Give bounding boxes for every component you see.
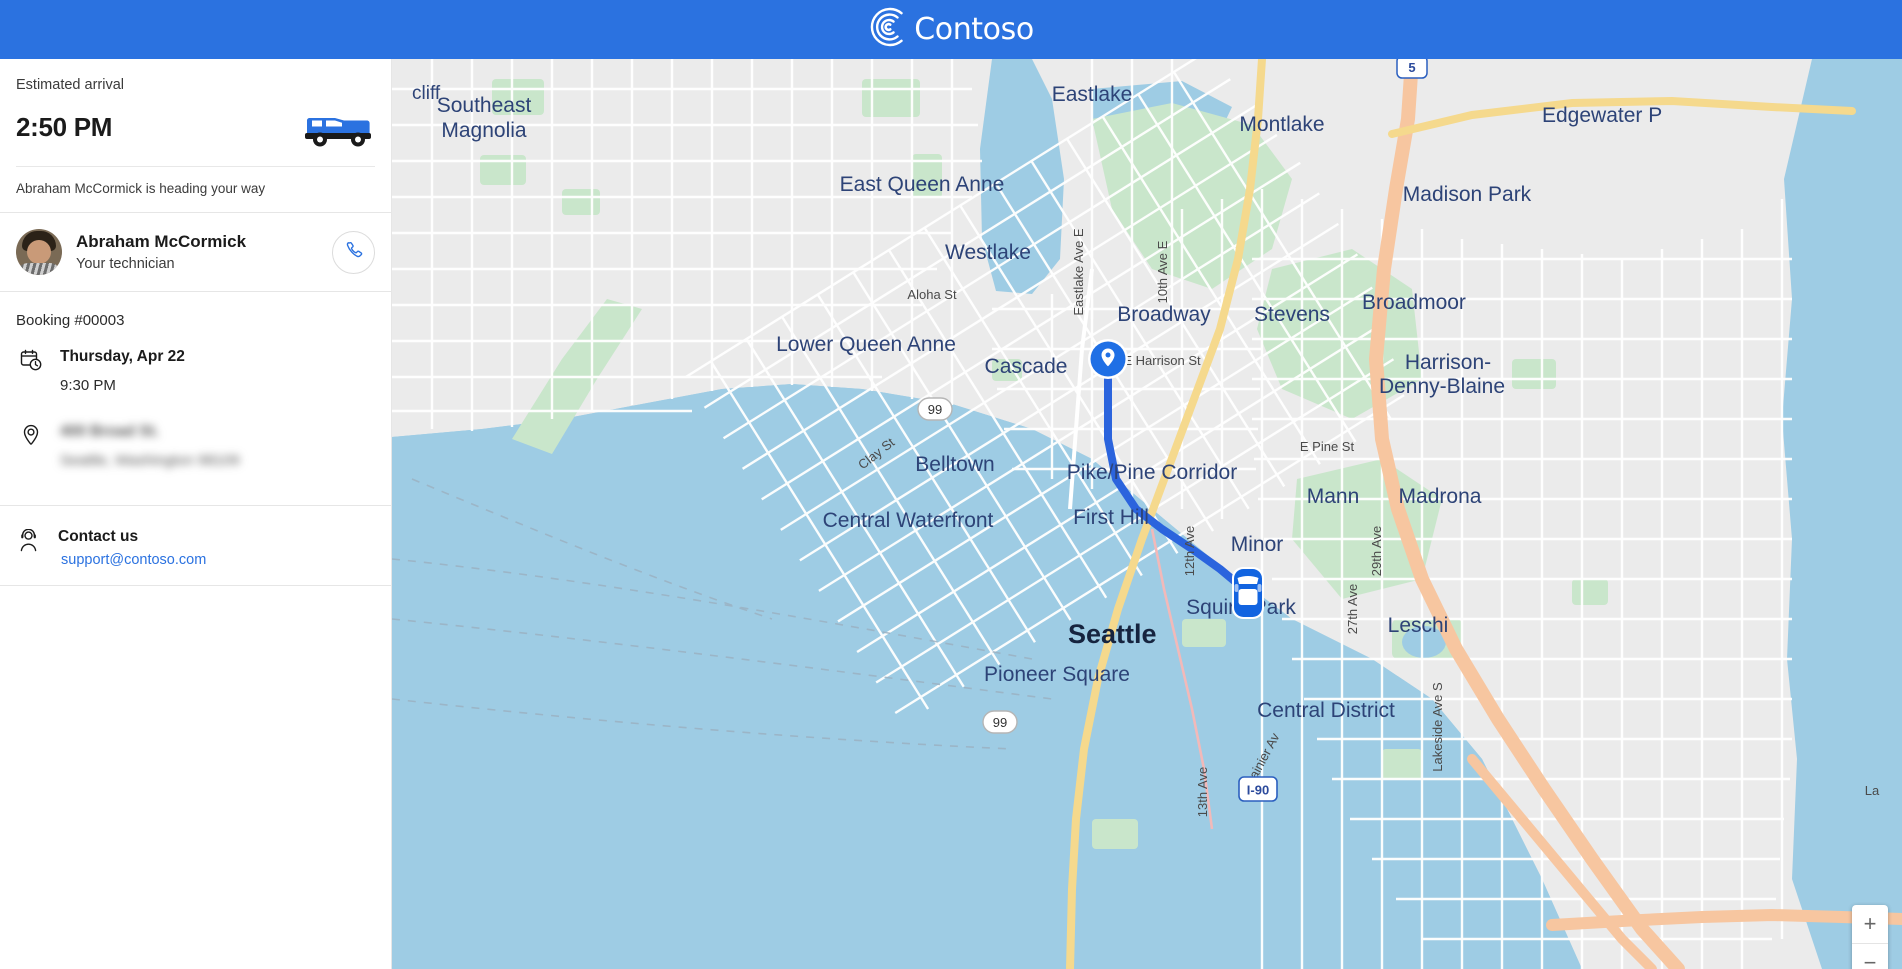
destination-pin-marker <box>1088 339 1128 379</box>
call-technician-button[interactable] <box>332 230 375 274</box>
svg-text:29th Ave: 29th Ave <box>1369 526 1384 576</box>
svg-text:27th Ave: 27th Ave <box>1345 584 1360 634</box>
svg-text:Montlake: Montlake <box>1239 113 1324 136</box>
svg-text:East Queen Anne: East Queen Anne <box>840 173 1005 196</box>
contact-text: Contact us support@contoso.com <box>58 528 375 569</box>
booking-section: Booking #00003 Thursday, Apr 22 9:30 PM … <box>0 292 391 505</box>
eta-panel: Estimated arrival 2:50 PM Abraham McCorm… <box>0 59 391 214</box>
svg-text:Eastlake Ave E: Eastlake Ave E <box>1071 228 1086 316</box>
phone-icon <box>343 239 365 266</box>
technician-card: Abraham McCormick Your technician <box>0 213 391 293</box>
contact-title: Contact us <box>58 528 139 546</box>
car-marker <box>1232 567 1264 619</box>
svg-text:Leschi: Leschi <box>1388 614 1449 637</box>
contact-row: Contact us support@contoso.com <box>16 528 375 569</box>
technician-name: Abraham McCormick <box>76 231 247 251</box>
technician-text: Abraham McCormick Your technician <box>76 231 318 274</box>
booking-id: Booking #00003 <box>16 312 125 330</box>
contact-section: Contact us support@contoso.com <box>0 505 391 585</box>
svg-text:Denny-Blaine: Denny-Blaine <box>1379 375 1505 398</box>
avatar <box>16 229 62 276</box>
booking-schedule-row: Thursday, Apr 22 9:30 PM <box>16 329 375 400</box>
svg-text:Aloha St: Aloha St <box>907 287 957 302</box>
sidebar-empty-space <box>0 585 391 969</box>
svg-text:Minor: Minor <box>1231 533 1284 556</box>
map-zoom-controls[interactable]: + − <box>1852 905 1888 969</box>
booking-time: 9:30 PM <box>60 377 116 395</box>
svg-text:Broadmoor: Broadmoor <box>1362 291 1466 314</box>
svg-text:Lower Queen Anne: Lower Queen Anne <box>776 333 956 356</box>
booking-address-row: 400 Broad St. Seattle, Washington 98109 <box>16 400 375 501</box>
svg-text:Central Waterfront: Central Waterfront <box>823 509 994 532</box>
delivery-van-icon <box>301 104 375 150</box>
booking-address-line2: Seattle, Washington 98109 <box>60 452 240 470</box>
svg-text:Harrison-: Harrison- <box>1405 351 1491 374</box>
page-body: Estimated arrival 2:50 PM Abraham McCorm… <box>0 59 1902 969</box>
svg-text:Cascade: Cascade <box>985 355 1068 378</box>
svg-text:Edgewater P: Edgewater P <box>1542 104 1662 127</box>
tracking-sidebar: Estimated arrival 2:50 PM Abraham McCorm… <box>0 59 392 969</box>
svg-text:13th Ave: 13th Ave <box>1195 767 1210 817</box>
eta-time: 2:50 PM <box>16 111 113 142</box>
brand-logo[interactable]: Contoso <box>868 6 1034 53</box>
svg-text:Central District: Central District <box>1257 699 1395 722</box>
svg-text:E Pine St: E Pine St <box>1300 439 1355 454</box>
svg-text:Stevens: Stevens <box>1254 303 1330 326</box>
booking-date: Thursday, Apr 22 <box>60 348 185 366</box>
svg-text:Eastlake: Eastlake <box>1052 83 1133 106</box>
svg-text:La: La <box>1865 783 1880 798</box>
svg-text:10th Ave E: 10th Ave E <box>1155 240 1170 303</box>
order-tracking-page: Contoso Estimated arrival 2:50 PM Abraha… <box>0 0 1902 969</box>
svg-text:Lakeside Ave S: Lakeside Ave S <box>1430 682 1445 772</box>
svg-text:99: 99 <box>993 715 1007 730</box>
brand-name: Contoso <box>914 11 1034 47</box>
svg-text:Broadway: Broadway <box>1117 303 1211 326</box>
booking-address-line1: 400 Broad St. <box>60 423 160 441</box>
svg-text:Belltown: Belltown <box>915 453 994 476</box>
svg-text:Westlake: Westlake <box>945 241 1031 264</box>
eta-status-text: Abraham McCormick is heading your way <box>16 181 266 197</box>
svg-text:5: 5 <box>1408 60 1415 75</box>
app-header: Contoso <box>0 0 1902 59</box>
map-canvas[interactable]: cliff Southeast Magnolia Eastlake Montla… <box>392 59 1902 969</box>
location-pin-icon <box>18 422 44 447</box>
eta-row: 2:50 PM <box>16 104 375 150</box>
technician-role: Your technician <box>76 255 175 272</box>
zoom-out-button[interactable]: − <box>1852 943 1888 969</box>
svg-text:99: 99 <box>928 402 942 417</box>
contoso-c-logo-icon <box>868 6 910 53</box>
svg-text:Pike/Pine Corridor: Pike/Pine Corridor <box>1067 461 1237 484</box>
svg-text:Madison Park: Madison Park <box>1403 183 1532 206</box>
svg-text:Magnolia: Magnolia <box>441 119 527 142</box>
eta-label: Estimated arrival <box>16 77 124 93</box>
svg-text:Mann: Mann <box>1307 485 1360 508</box>
svg-text:Seattle: Seattle <box>1068 619 1157 649</box>
svg-text:First Hill: First Hill <box>1073 506 1149 529</box>
support-agent-icon <box>16 528 42 553</box>
svg-text:I-90: I-90 <box>1247 783 1269 798</box>
svg-text:Madrona: Madrona <box>1399 485 1482 508</box>
calendar-clock-icon <box>18 347 44 372</box>
svg-text:12th Ave: 12th Ave <box>1182 526 1197 576</box>
svg-text:E Harrison St: E Harrison St <box>1123 353 1201 368</box>
support-email-link[interactable]: support@contoso.com <box>58 552 206 568</box>
zoom-in-button[interactable]: + <box>1852 905 1888 943</box>
booking-schedule-text: Thursday, Apr 22 9:30 PM <box>60 347 375 398</box>
svg-text:Pioneer Square: Pioneer Square <box>984 663 1130 686</box>
svg-text:Southeast: Southeast <box>437 94 532 117</box>
booking-address-text: 400 Broad St. Seattle, Washington 98109 <box>60 422 375 473</box>
